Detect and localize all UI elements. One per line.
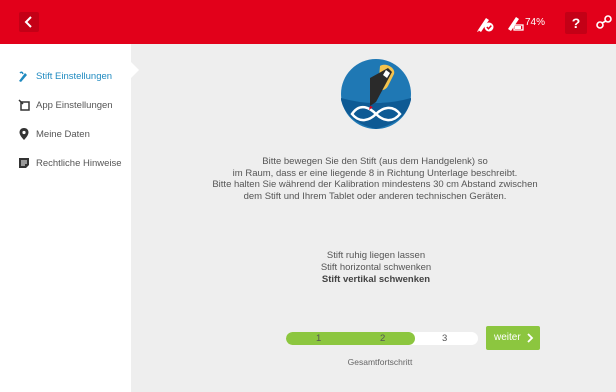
chevron-right-icon <box>527 333 534 343</box>
sidebar-item-pen-settings[interactable]: Stift Einstellungen <box>0 62 131 92</box>
back-button[interactable] <box>19 12 39 32</box>
active-item-indicator <box>131 62 139 78</box>
location-pin-icon <box>19 128 29 140</box>
progress-fill <box>286 332 415 345</box>
progress-step-label: 3 <box>442 333 448 344</box>
calibration-steps: Stift ruhig liegen lassen Stift horizont… <box>260 250 492 286</box>
next-button-label: weiter <box>494 332 521 343</box>
pen-battery-icon <box>508 17 524 31</box>
progress-step-label: 2 <box>380 333 386 344</box>
instruction-line: Bitte bewegen Sie den Stift (aus dem Han… <box>262 156 488 167</box>
connection-settings-icon[interactable] <box>595 13 613 31</box>
instruction-line: Bitte halten Sie während der Kalibration… <box>212 179 538 190</box>
help-button[interactable]: ? <box>565 12 587 34</box>
app-settings-icon <box>18 99 30 111</box>
sidebar-item-legal[interactable]: Rechtliche Hinweise <box>0 149 131 179</box>
sidebar-item-my-data[interactable]: Meine Daten <box>0 120 131 150</box>
sidebar-item-label: Meine Daten <box>36 129 90 140</box>
progress-step-label: 1 <box>316 333 322 344</box>
sidebar-item-label: App Einstellungen <box>36 100 113 111</box>
next-button[interactable]: weiter <box>486 326 540 350</box>
step-item-current: Stift vertikal schwenken <box>321 274 431 285</box>
pen-settings-icon <box>19 71 27 82</box>
top-bar: 74% ? <box>0 0 616 44</box>
battery-percent: 74% <box>525 17 546 28</box>
sidebar-item-label: Stift Einstellungen <box>36 71 113 82</box>
sidebar-item-label: Rechtliche Hinweise <box>36 158 122 169</box>
chevron-left-icon <box>24 16 32 28</box>
document-icon <box>19 158 29 168</box>
instruction-line: dem Stift und Ihrem Tablet oder anderen … <box>243 190 507 202</box>
progress-caption: Gesamtfortschritt <box>347 357 413 367</box>
pen-connected-icon <box>477 18 494 32</box>
calibration-illustration-icon <box>341 59 411 129</box>
sidebar: Stift Einstellungen App Einstellungen Me… <box>0 44 131 392</box>
instruction-line: im Raum, dass er eine liegende 8 in Rich… <box>232 167 518 179</box>
step-item: Stift horizontal schwenken <box>320 262 432 273</box>
sidebar-item-app-settings[interactable]: App Einstellungen <box>0 91 131 121</box>
progress-bar: 1 2 3 <box>286 332 478 345</box>
step-item: Stift ruhig liegen lassen <box>326 250 426 261</box>
calibration-instructions: Bitte bewegen Sie den Stift (aus dem Han… <box>160 156 590 202</box>
